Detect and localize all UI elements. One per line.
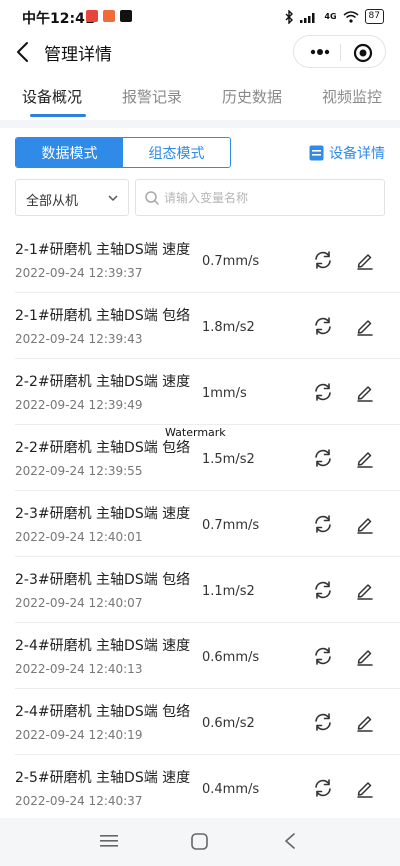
slave-select[interactable]: 全部从机 — [15, 179, 129, 216]
bluetooth-icon — [285, 9, 294, 24]
variable-name: 2-4#研磨机 主轴DS端 包络 — [15, 704, 191, 720]
tab-alarm-records[interactable]: 报警记录 — [122, 86, 182, 107]
edit-icon[interactable] — [355, 448, 375, 468]
active-tab-indicator — [30, 114, 86, 117]
variable-value: 1.5m/s2 — [202, 452, 255, 467]
variable-value: 0.7mm/s — [202, 518, 260, 533]
variable-name: 2-5#研磨机 主轴DS端 速度 — [15, 770, 191, 786]
variable-value: 1.1m/s2 — [202, 584, 255, 599]
chevron-down-icon — [108, 195, 118, 202]
list-item: 2-1#研磨机 主轴DS端 包络 2022-09-24 12:39:43 1.8m/… — [0, 293, 400, 359]
more-icon[interactable] — [306, 44, 334, 60]
data-mode-button[interactable]: 数据模式 — [16, 138, 123, 167]
app-notification-icon — [86, 10, 98, 22]
search-icon — [145, 191, 159, 205]
tab-bar: 设备概况 报警记录 历史数据 视频监控 — [0, 76, 400, 120]
edit-icon[interactable] — [355, 580, 375, 600]
edit-icon[interactable] — [355, 646, 375, 666]
status-indicators: 4G 87 — [285, 9, 384, 24]
close-miniprogram-icon[interactable] — [353, 43, 373, 63]
variable-name: 2-2#研磨机 主轴DS端 速度 — [15, 374, 191, 390]
variable-value: 0.6m/s2 — [202, 716, 255, 731]
refresh-icon[interactable] — [312, 447, 334, 469]
capsule-divider — [340, 44, 341, 61]
variable-timestamp: 2022-09-24 12:39:43 — [15, 332, 143, 346]
mode-toggle: 数据模式 组态模式 — [15, 137, 231, 168]
list-item: 2-4#研磨机 主轴DS端 速度 2022-09-24 12:40:13 0.6mm… — [0, 623, 400, 689]
variable-value: 0.7mm/s — [202, 254, 260, 269]
edit-icon[interactable] — [355, 382, 375, 402]
page-title: 管理详情 — [44, 45, 112, 65]
refresh-icon[interactable] — [312, 315, 334, 337]
refresh-icon[interactable] — [312, 579, 334, 601]
tab-video-monitor[interactable]: 视频监控 — [322, 86, 382, 107]
app-notification-icon — [103, 10, 115, 22]
signal-icon — [300, 12, 315, 23]
list-item: 2-3#研磨机 主轴DS端 包络 2022-09-24 12:40:07 1.1m/… — [0, 557, 400, 623]
status-bar: 中午12:41 4G 87 — [0, 0, 400, 34]
back-nav-icon[interactable] — [283, 832, 297, 850]
search-box — [135, 179, 385, 216]
search-input[interactable] — [164, 189, 374, 207]
edit-icon[interactable] — [355, 316, 375, 336]
watermark: Watermark — [165, 426, 226, 439]
list-item: 2-1#研磨机 主轴DS端 速度 2022-09-24 12:39:37 0.7mm… — [0, 227, 400, 293]
slave-select-value: 全部从机 — [26, 194, 79, 209]
system-nav-bar — [0, 818, 400, 866]
network-type: 4G — [324, 12, 337, 21]
variable-name: 2-1#研磨机 主轴DS端 包络 — [15, 308, 191, 324]
variable-timestamp: 2022-09-24 12:40:01 — [15, 530, 143, 544]
document-icon — [309, 145, 324, 161]
battery-icon: 87 — [364, 9, 384, 24]
config-mode-button[interactable]: 组态模式 — [123, 138, 230, 167]
list-item: 2-2#研磨机 主轴DS端 速度 2022-09-24 12:39:49 1mm/s — [0, 359, 400, 425]
wifi-icon — [343, 10, 359, 23]
status-time: 中午12:41 — [22, 11, 95, 27]
edit-icon[interactable] — [355, 514, 375, 534]
variable-name: 2-4#研磨机 主轴DS端 速度 — [15, 638, 191, 654]
refresh-icon[interactable] — [312, 645, 334, 667]
list-item: 2-4#研磨机 主轴DS端 包络 2022-09-24 12:40:19 0.6m/… — [0, 689, 400, 755]
variable-name: 2-2#研磨机 主轴DS端 包络 — [15, 440, 191, 456]
device-detail-label: 设备详情 — [329, 146, 385, 162]
variable-timestamp: 2022-09-24 12:40:19 — [15, 728, 143, 742]
variable-value: 0.4mm/s — [202, 782, 260, 797]
variable-value: 1.8m/s2 — [202, 320, 255, 335]
variable-name: 2-3#研磨机 主轴DS端 速度 — [15, 506, 191, 522]
edit-icon[interactable] — [355, 778, 375, 798]
back-arrow-icon[interactable] — [12, 40, 36, 64]
miniprogram-capsule — [293, 35, 386, 68]
refresh-icon[interactable] — [312, 249, 334, 271]
variable-timestamp: 2022-09-24 12:39:37 — [15, 266, 143, 280]
tab-history-data[interactable]: 历史数据 — [222, 86, 282, 107]
variable-timestamp: 2022-09-24 12:40:07 — [15, 596, 143, 610]
edit-icon[interactable] — [355, 250, 375, 270]
variable-timestamp: 2022-09-24 12:39:49 — [15, 398, 143, 412]
home-icon[interactable] — [191, 833, 208, 850]
status-app-icons — [86, 10, 132, 22]
variable-value: 1mm/s — [202, 386, 247, 401]
variable-timestamp: 2022-09-24 12:40:13 — [15, 662, 143, 676]
refresh-icon[interactable] — [312, 777, 334, 799]
refresh-icon[interactable] — [312, 711, 334, 733]
menu-icon[interactable] — [100, 834, 118, 848]
variable-list: 2-1#研磨机 主轴DS端 速度 2022-09-24 12:39:37 0.7mm… — [0, 227, 400, 821]
refresh-icon[interactable] — [312, 381, 334, 403]
variable-name: 2-3#研磨机 主轴DS端 包络 — [15, 572, 191, 588]
edit-icon[interactable] — [355, 712, 375, 732]
tab-device-overview[interactable]: 设备概况 — [22, 86, 82, 107]
variable-timestamp: 2022-09-24 12:39:55 — [15, 464, 143, 478]
refresh-icon[interactable] — [312, 513, 334, 535]
nav-header: 管理详情 — [0, 34, 400, 70]
tiktok-icon — [120, 10, 132, 22]
list-item: 2-5#研磨机 主轴DS端 速度 2022-09-24 12:40:37 0.4mm… — [0, 755, 400, 821]
variable-timestamp: 2022-09-24 12:40:37 — [15, 794, 143, 808]
section-divider — [0, 120, 400, 128]
device-detail-link[interactable]: 设备详情 — [309, 143, 385, 163]
variable-name: 2-1#研磨机 主轴DS端 速度 — [15, 242, 191, 258]
list-item: 2-3#研磨机 主轴DS端 速度 2022-09-24 12:40:01 0.7mm… — [0, 491, 400, 557]
variable-value: 0.6mm/s — [202, 650, 260, 665]
